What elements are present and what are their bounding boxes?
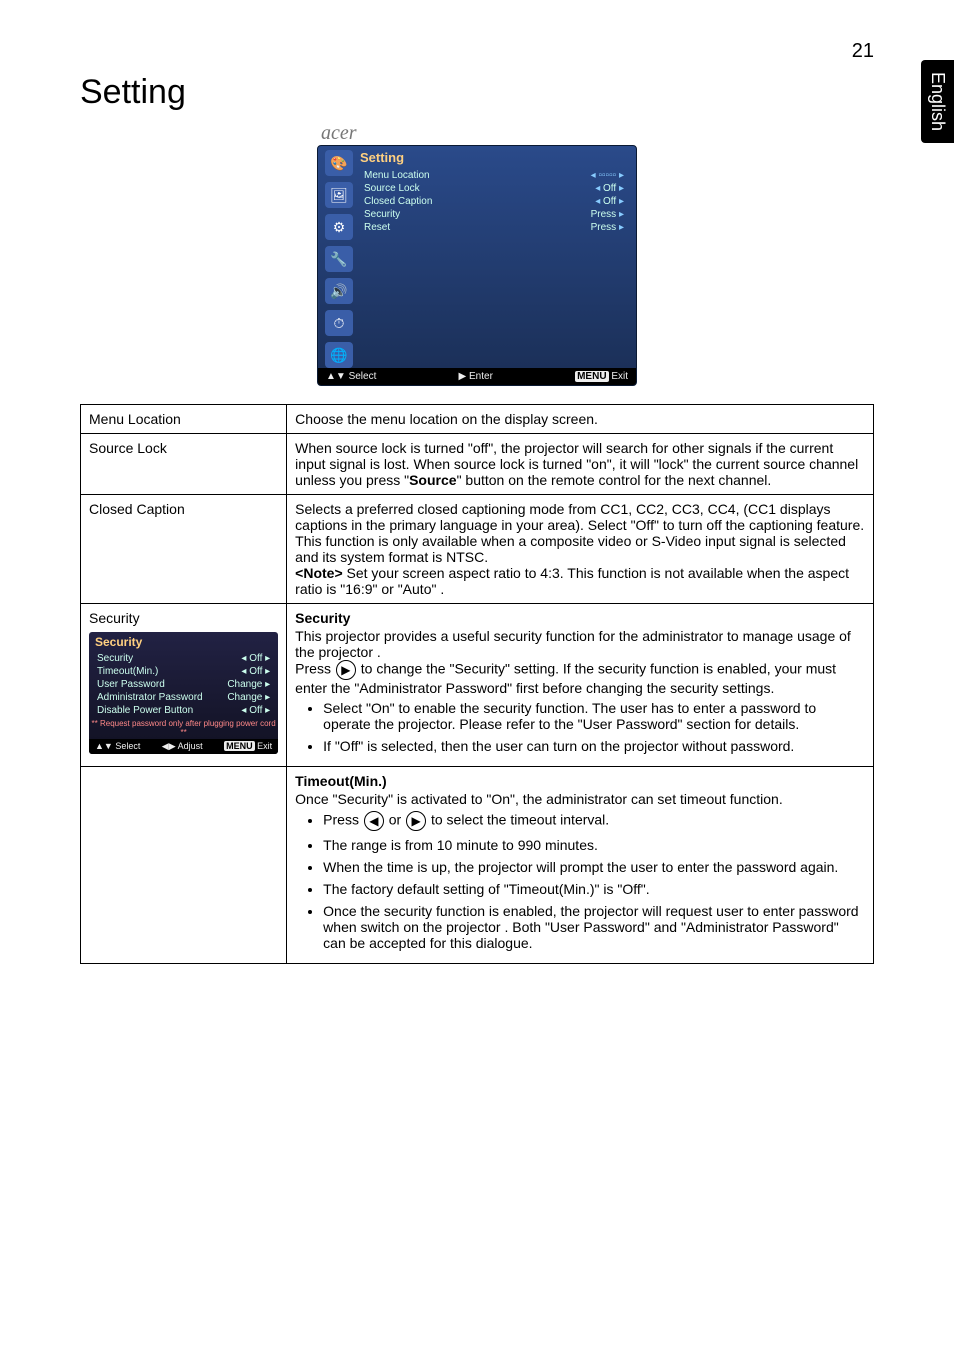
osd-footer-exit: Exit — [611, 371, 628, 382]
page-number: 21 — [80, 40, 874, 63]
osd-item-label: Disable Power Button — [97, 705, 193, 716]
text-fragment: to change the "Security" setting. If the… — [295, 661, 836, 696]
settings-table: Menu Location Choose the menu location o… — [80, 404, 874, 964]
row-label-empty — [81, 767, 287, 964]
osd-security-screenshot: Security Security◂ Off ▸ Timeout(Min.)◂ … — [89, 632, 278, 754]
osd-item-label: Administrator Password — [97, 692, 203, 703]
osd-item-value: Change — [227, 692, 262, 703]
osd-footer-select: ▲▼ Select — [95, 741, 140, 752]
osd-icon-management: 🔧 — [325, 246, 353, 272]
osd-footer-adjust: ◀▶ Adjust — [162, 741, 203, 752]
osd-item-value: Change — [227, 679, 262, 690]
osd-footer-menu-badge: MENU — [575, 371, 608, 382]
osd-item-value: Off — [603, 196, 616, 207]
osd-footer-menu-badge: MENU — [224, 741, 255, 751]
list-item: The range is from 10 minute to 990 minut… — [323, 837, 865, 853]
text-fragment: Set your screen aspect ratio to 4:3. Thi… — [295, 565, 849, 597]
security-label: Security — [89, 610, 140, 626]
language-tab: English — [921, 60, 954, 143]
osd-section-title: Setting — [360, 150, 628, 165]
osd-icon-language: 🌐 — [325, 342, 353, 368]
osd-icon-color: 🎨 — [325, 150, 353, 176]
row-label-menu-location: Menu Location — [81, 405, 287, 434]
text-fragment: Press — [295, 661, 335, 677]
subheading: Security — [295, 610, 865, 626]
note-label: <Note> — [295, 565, 342, 581]
text-paragraph: This projector provides a useful securit… — [295, 628, 865, 660]
row-label-closed-caption: Closed Caption — [81, 495, 287, 604]
osd-item-value: Off — [249, 653, 262, 664]
text-fragment: or — [385, 812, 405, 828]
list-item: Press ◀ or ▶ to select the timeout inter… — [323, 811, 865, 831]
osd-item-label: Menu Location — [364, 170, 430, 181]
osd-item-value: Off — [249, 705, 262, 716]
row-desc-menu-location: Choose the menu location on the display … — [287, 405, 874, 434]
row-desc-security-block2: Timeout(Min.) Once "Security" is activat… — [287, 767, 874, 964]
osd-icon-timer: ⏱ — [325, 310, 353, 336]
text-fragment: to select the timeout interval. — [427, 812, 609, 828]
osd-icon-setting: ⚙ — [325, 214, 353, 240]
text-paragraph: Once "Security" is activated to "On", th… — [295, 791, 865, 807]
text-bold: Source — [409, 472, 456, 488]
subheading: Timeout(Min.) — [295, 773, 865, 789]
row-label-security: Security Security Security◂ Off ▸ Timeou… — [81, 604, 287, 767]
osd-icon-audio: 🔊 — [325, 278, 353, 304]
osd-item-value: Off — [603, 183, 616, 194]
row-desc-source-lock: When source lock is turned "off", the pr… — [287, 434, 874, 495]
list-item: Select "On" to enable the security funct… — [323, 700, 865, 732]
left-arrow-icon: ◀ — [364, 811, 384, 831]
list-item: When the time is up, the projector will … — [323, 859, 865, 875]
osd-security-note: ** Request password only after plugging … — [89, 717, 278, 739]
osd-item-label: User Password — [97, 679, 165, 690]
osd-item-label: Reset — [364, 222, 390, 233]
osd-item-label: Timeout(Min.) — [97, 666, 158, 677]
row-desc-security-block1: Security This projector provides a usefu… — [287, 604, 874, 767]
list-item: If "Off" is selected, then the user can … — [323, 738, 865, 754]
osd-footer-enter: ▶ Enter — [459, 371, 493, 382]
osd-item-label: Source Lock — [364, 183, 420, 194]
row-desc-closed-caption: Selects a preferred closed captioning mo… — [287, 495, 874, 604]
osd-item-label: Closed Caption — [364, 196, 432, 207]
osd-item-value: Press — [591, 209, 617, 220]
osd-item-label: Security — [364, 209, 400, 220]
osd-security-title: Security — [89, 632, 278, 652]
right-arrow-icon: ▶ — [336, 660, 356, 680]
osd-footer-exit: Exit — [257, 741, 272, 751]
osd-item-value: Off — [249, 666, 262, 677]
text-fragment: " button on the remote control for the n… — [457, 472, 772, 488]
osd-item-value: Press — [591, 222, 617, 233]
list-item: The factory default setting of "Timeout(… — [323, 881, 865, 897]
text-fragment: Press — [323, 812, 363, 828]
osd-footer-select: ▲▼ Select — [326, 371, 376, 382]
osd-setting-screenshot: acer 🎨 🖼 ⚙ 🔧 🔊 ⏱ 🌐 Setting Menu Location… — [317, 122, 637, 386]
page-title: Setting — [80, 73, 874, 112]
osd-item-label: Security — [97, 653, 133, 664]
brand-logo: acer — [317, 122, 637, 145]
list-item: Once the security function is enabled, t… — [323, 903, 865, 951]
row-label-source-lock: Source Lock — [81, 434, 287, 495]
right-arrow-icon: ▶ — [406, 811, 426, 831]
osd-icon-image: 🖼 — [325, 182, 353, 208]
text-fragment: Selects a preferred closed captioning mo… — [295, 501, 864, 565]
